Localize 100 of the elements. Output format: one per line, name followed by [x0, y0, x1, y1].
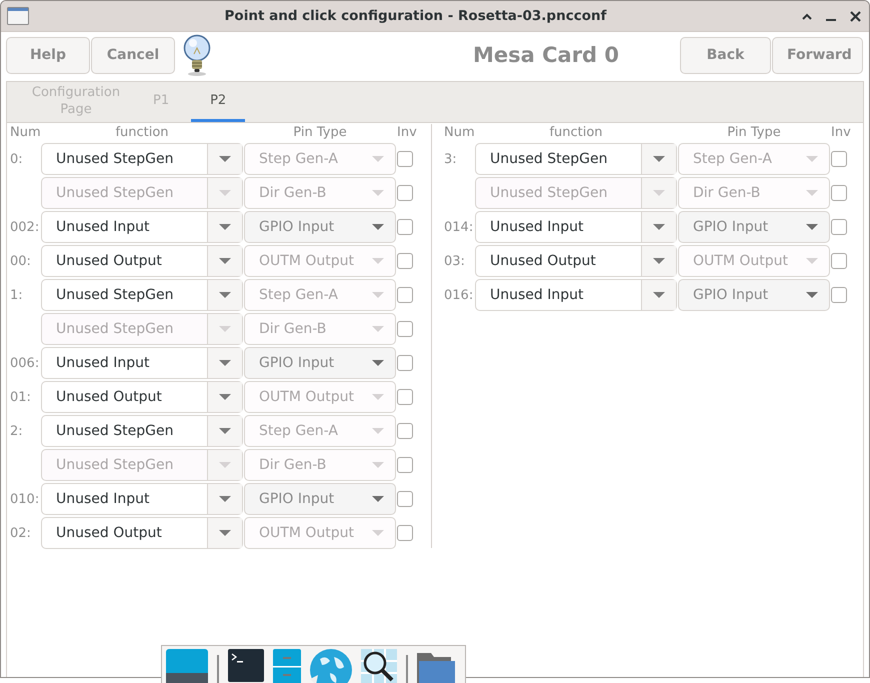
caret-icon: [372, 292, 384, 298]
inv-checkbox[interactable]: [397, 185, 413, 201]
lightbulb-icon: [182, 34, 212, 76]
function-dropdown[interactable]: Unused StepGen: [475, 143, 677, 175]
inv-checkbox[interactable]: [397, 321, 413, 337]
function-dropdown[interactable]: Unused StepGen: [41, 143, 243, 175]
inv-checkbox[interactable]: [831, 185, 847, 201]
caret-icon: [219, 258, 231, 264]
caret-icon: [219, 292, 231, 298]
globe-icon[interactable]: [310, 649, 352, 683]
function-dropdown[interactable]: Unused Input: [41, 483, 243, 515]
function-dropdown[interactable]: Unused StepGen: [41, 415, 243, 447]
maximize-icon[interactable]: [802, 12, 812, 20]
inv-checkbox[interactable]: [831, 219, 847, 235]
tab[interactable]: P1: [143, 82, 180, 122]
caret-icon: [372, 462, 384, 468]
column-header: Pin Type: [726, 124, 782, 141]
caret-icon: [372, 394, 384, 400]
caret-icon: [653, 292, 665, 298]
caret-icon: [219, 462, 231, 468]
caret-icon: [219, 496, 231, 502]
caret-icon: [653, 224, 665, 230]
function-dropdown[interactable]: Unused Output: [41, 381, 243, 413]
caret-icon: [219, 190, 231, 196]
inv-checkbox[interactable]: [397, 389, 413, 405]
tab[interactable]: Configuration Page: [21, 82, 131, 122]
caret-icon: [372, 258, 384, 264]
function-dropdown[interactable]: Unused Output: [475, 245, 677, 277]
card-heading: Mesa Card 0: [472, 43, 620, 67]
toolbar-button[interactable]: Forward: [772, 36, 863, 74]
column-header: Inv: [397, 124, 415, 141]
function-dropdown[interactable]: Unused Input: [41, 347, 243, 379]
caret-icon: [806, 224, 818, 230]
function-dropdown[interactable]: Unused Input: [475, 279, 677, 311]
inv-checkbox[interactable]: [397, 457, 413, 473]
pin-type-dropdown[interactable]: GPIO Input: [244, 347, 396, 379]
pin-number: 02:: [10, 526, 32, 540]
inv-checkbox[interactable]: [397, 253, 413, 269]
caret-icon: [219, 360, 231, 366]
close-icon[interactable]: [850, 10, 861, 22]
pin-number: 00:: [10, 254, 32, 268]
pin-number: 014:: [444, 220, 474, 234]
caret-icon: [219, 428, 231, 434]
caret-icon: [806, 258, 818, 264]
function-dropdown[interactable]: Unused Input: [41, 211, 243, 243]
column-header: Inv: [831, 124, 849, 141]
function-dropdown[interactable]: Unused StepGen: [41, 279, 243, 311]
file-cabinet-icon[interactable]: [273, 649, 301, 683]
pin-number: 01:: [10, 390, 32, 404]
pin-type-dropdown[interactable]: GPIO Input: [678, 211, 830, 243]
caret-icon: [372, 326, 384, 332]
inv-checkbox[interactable]: [397, 491, 413, 507]
window-icon[interactable]: [166, 649, 208, 683]
tab[interactable]: P2: [191, 82, 246, 122]
pin-number: 006:: [10, 356, 40, 370]
caret-icon: [219, 326, 231, 332]
caret-icon: [219, 224, 231, 230]
pin-number: 010:: [10, 492, 40, 506]
inv-checkbox[interactable]: [831, 151, 847, 167]
search-icon[interactable]: [361, 649, 397, 683]
inv-checkbox[interactable]: [397, 355, 413, 371]
pin-number: 2:: [10, 424, 24, 438]
toolbar-button[interactable]: Cancel: [91, 36, 175, 74]
caret-icon: [219, 530, 231, 536]
inv-checkbox[interactable]: [831, 253, 847, 269]
inv-checkbox[interactable]: [397, 219, 413, 235]
inv-checkbox[interactable]: [397, 525, 413, 541]
inv-checkbox[interactable]: [397, 423, 413, 439]
terminal-icon[interactable]: [228, 649, 264, 682]
function-dropdown[interactable]: Unused Output: [41, 245, 243, 277]
function-dropdown[interactable]: Unused Input: [475, 211, 677, 243]
pin-number: 0:: [10, 152, 24, 166]
pin-number: 016:: [444, 288, 474, 302]
caret-icon: [806, 292, 818, 298]
inv-checkbox[interactable]: [831, 287, 847, 303]
inv-checkbox[interactable]: [397, 151, 413, 167]
pin-number: 1:: [10, 288, 24, 302]
pin-number: 03:: [444, 254, 466, 268]
column-header: Num: [444, 124, 474, 141]
caret-icon: [372, 190, 384, 196]
toolbar-button[interactable]: Help: [6, 36, 90, 74]
pin-number: 002:: [10, 220, 40, 234]
caret-icon: [653, 190, 665, 196]
window-title: Point and click configuration - Rosetta-03.pncconf: [224, 8, 608, 24]
column-header: function: [548, 124, 604, 141]
pin-type-dropdown[interactable]: GPIO Input: [678, 279, 830, 311]
caret-icon: [653, 156, 665, 162]
inv-checkbox[interactable]: [397, 287, 413, 303]
caret-icon: [806, 190, 818, 196]
toolbar-button[interactable]: Back: [680, 36, 771, 74]
caret-icon: [372, 156, 384, 162]
pin-type-dropdown[interactable]: GPIO Input: [244, 211, 396, 243]
caret-icon: [372, 224, 384, 230]
caret-icon: [653, 258, 665, 264]
column-header: Num: [10, 124, 40, 141]
column-header: function: [114, 124, 170, 141]
function-dropdown[interactable]: Unused Output: [41, 517, 243, 549]
pin-number: 3:: [444, 152, 458, 166]
pin-type-dropdown[interactable]: GPIO Input: [244, 483, 396, 515]
caret-icon: [372, 530, 384, 536]
